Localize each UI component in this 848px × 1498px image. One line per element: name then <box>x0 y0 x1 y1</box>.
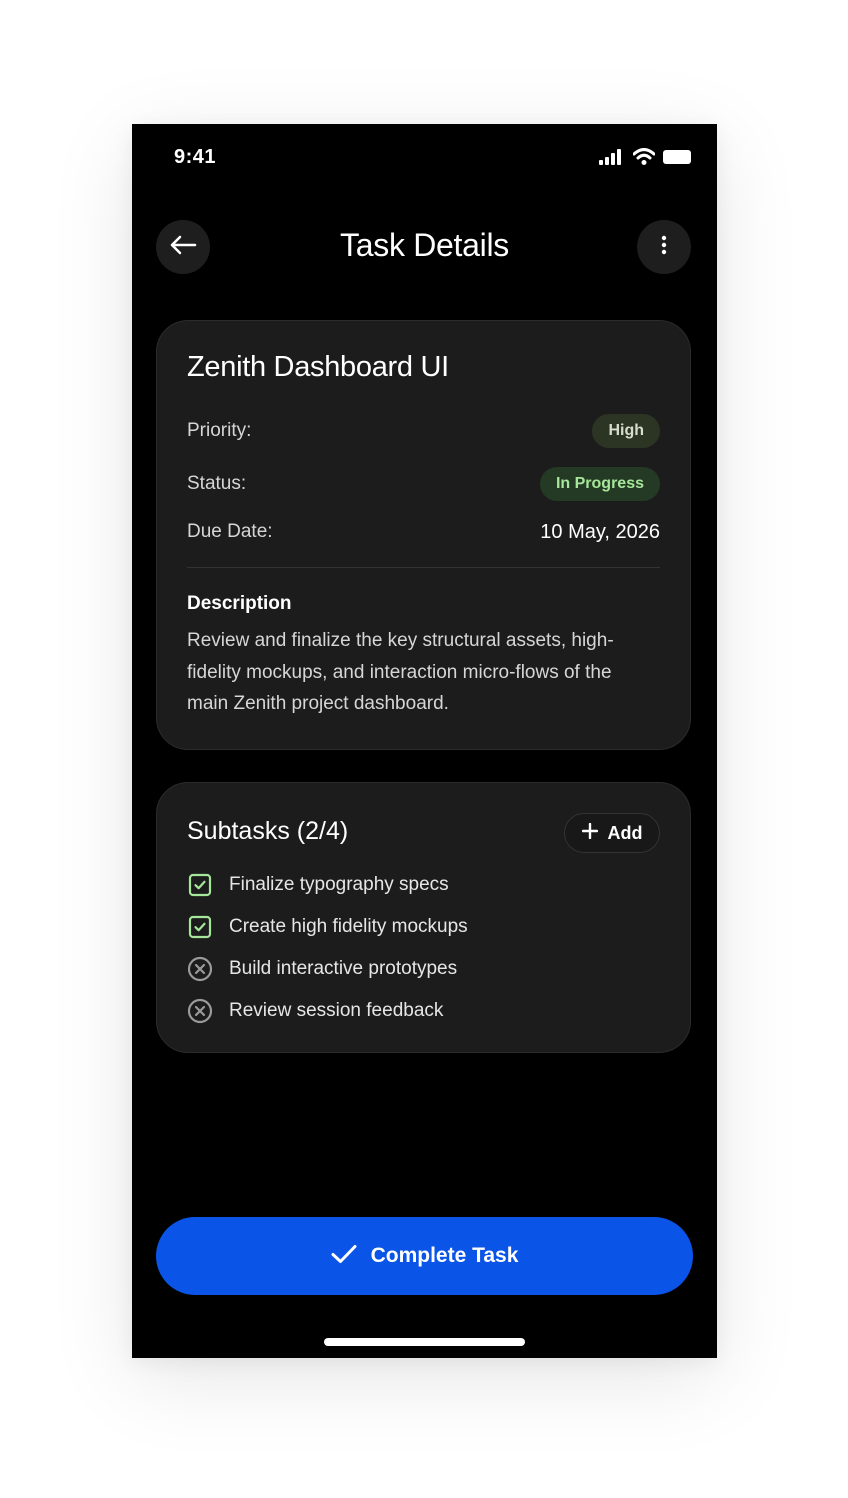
more-vertical-icon <box>661 235 667 260</box>
subtask-item[interactable]: Create high fidelity mockups <box>187 914 468 940</box>
wifi-icon <box>632 148 656 170</box>
more-options-button[interactable] <box>637 220 691 274</box>
subtask-item[interactable]: Review session feedback <box>187 998 443 1024</box>
description-title: Description <box>187 593 292 614</box>
x-circle-icon[interactable] <box>187 998 213 1024</box>
checkbox-checked-icon[interactable] <box>187 914 213 940</box>
priority-row: Priority: High <box>187 414 660 448</box>
complete-task-button[interactable]: Complete Task <box>156 1217 693 1295</box>
due-date-label: Due Date: <box>187 521 273 542</box>
add-subtask-label: Add <box>607 822 643 843</box>
subtask-item[interactable]: Build interactive prototypes <box>187 956 457 982</box>
subtask-label: Build interactive prototypes <box>229 958 458 979</box>
task-details-card: Zenith Dashboard UI Priority: High Statu… <box>156 320 691 750</box>
divider <box>187 567 660 568</box>
status-icons <box>599 148 693 170</box>
add-subtask-button[interactable]: Add <box>564 813 660 853</box>
checkbox-checked-icon[interactable] <box>187 872 213 898</box>
priority-label: Priority: <box>187 420 252 441</box>
home-indicator[interactable] <box>324 1338 525 1346</box>
subtasks-card: Subtasks (2/4) Add Finalize typography s… <box>156 782 691 1053</box>
complete-task-label: Complete Task <box>370 1244 519 1267</box>
task-name: Zenith Dashboard UI <box>187 351 449 383</box>
status-time: 9:41 <box>174 146 217 168</box>
due-date-row: Due Date: 10 May, 2026 <box>187 515 660 549</box>
check-icon <box>331 1244 357 1269</box>
due-date-value: 10 May, 2026 <box>540 520 660 543</box>
phone-screen: 9:41 Task Details Zenith Dashboard UI Pr… <box>132 124 717 1358</box>
description-text: Review and finalize the key structural a… <box>187 630 614 714</box>
status-badge: In Progress <box>539 467 660 501</box>
subtasks-title: Subtasks (2/4) <box>187 817 349 845</box>
subtask-label: Create high fidelity mockups <box>229 916 468 937</box>
subtask-item[interactable]: Finalize typography specs <box>187 872 449 898</box>
subtask-label: Finalize typography specs <box>229 874 449 895</box>
subtask-label: Review session feedback <box>229 1000 444 1021</box>
status-row: Status: In Progress <box>187 467 660 501</box>
priority-badge: High <box>592 414 660 448</box>
x-circle-icon[interactable] <box>187 956 213 982</box>
signal-icon <box>599 148 625 170</box>
page-title: Task Details <box>340 227 509 263</box>
status-label: Status: <box>187 473 247 494</box>
battery-icon <box>663 149 693 169</box>
plus-icon <box>581 822 598 844</box>
